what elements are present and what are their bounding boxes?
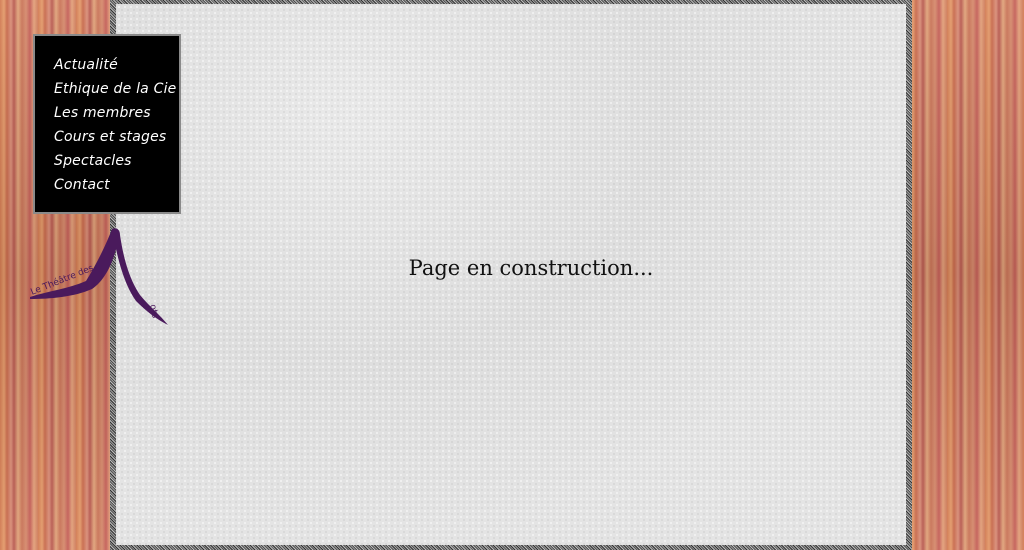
logo-m-glyph [30,228,168,325]
nav-item-ethique[interactable]: Ethique de la Cie [54,77,179,101]
content-panel: Page en construction... [116,4,906,545]
nav-item-cours-stages[interactable]: Cours et stages [54,125,179,149]
nav-item-actualite[interactable]: Actualité [54,53,179,77]
nav-item-contact[interactable]: Contact [54,173,179,197]
right-curtain-decoration [909,0,1024,550]
construction-message: Page en construction... [408,256,654,280]
logo-text-right: ots [147,304,160,320]
main-navigation: Actualité Ethique de la Cie Les membres … [33,34,181,214]
nav-item-spectacles[interactable]: Spectacles [54,149,179,173]
theatre-logo[interactable]: Le Théâtre des ots [28,225,170,331]
nav-item-membres[interactable]: Les membres [54,101,179,125]
